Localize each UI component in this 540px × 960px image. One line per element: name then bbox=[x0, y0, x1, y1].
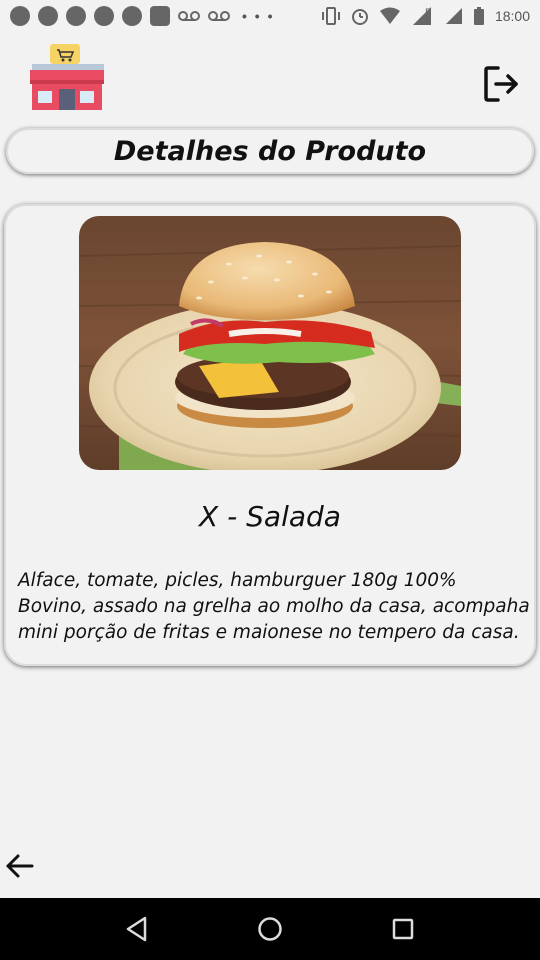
product-name: X - Salada bbox=[199, 500, 341, 533]
facebook-icon bbox=[10, 6, 30, 26]
product-description: Alface, tomate, picles, hamburguer 180g … bbox=[18, 570, 530, 643]
wifi-icon bbox=[379, 7, 400, 24]
page-title-container: Detalhes do Produto bbox=[6, 128, 534, 174]
status-system: E 18:00 bbox=[321, 6, 530, 26]
page-title: Detalhes do Produto bbox=[113, 135, 427, 167]
system-navigation-bar bbox=[0, 898, 540, 960]
back-triangle-icon bbox=[126, 916, 146, 942]
system-home-button[interactable] bbox=[255, 914, 285, 944]
voicemail-icon bbox=[178, 11, 200, 21]
vibrate-icon bbox=[321, 7, 340, 25]
product-image bbox=[79, 216, 461, 470]
hamburger-photo bbox=[79, 216, 461, 470]
back-button[interactable] bbox=[4, 850, 36, 882]
status-time: 18:00 bbox=[494, 8, 530, 24]
twitch-icon bbox=[150, 6, 170, 26]
system-recents-button[interactable] bbox=[388, 914, 418, 944]
more-notifications: • • • bbox=[242, 8, 275, 24]
logout-button[interactable] bbox=[482, 64, 522, 104]
signal-e-icon: E bbox=[412, 7, 431, 25]
store-logo bbox=[28, 44, 106, 112]
pinterest-icon bbox=[94, 6, 114, 26]
status-notifications: • • • bbox=[10, 6, 274, 26]
store-icon bbox=[30, 44, 104, 110]
facebook-icon bbox=[38, 6, 58, 26]
home-circle-icon bbox=[258, 917, 282, 941]
svg-text:E: E bbox=[425, 8, 431, 18]
voicemail-icon bbox=[208, 11, 230, 21]
product-card: X - Salada Alface, tomate, picles, hambu… bbox=[4, 204, 536, 666]
signal-icon bbox=[445, 8, 462, 24]
app-icon bbox=[122, 6, 142, 26]
alarm-icon bbox=[351, 9, 368, 25]
system-back-button[interactable] bbox=[122, 914, 152, 944]
back-arrow-icon bbox=[6, 854, 34, 878]
recents-square-icon bbox=[393, 918, 414, 940]
status-bar: • • • E 18:00 bbox=[0, 0, 540, 32]
facebook-icon bbox=[66, 6, 86, 26]
logout-icon bbox=[484, 66, 518, 102]
battery-icon bbox=[473, 7, 484, 25]
